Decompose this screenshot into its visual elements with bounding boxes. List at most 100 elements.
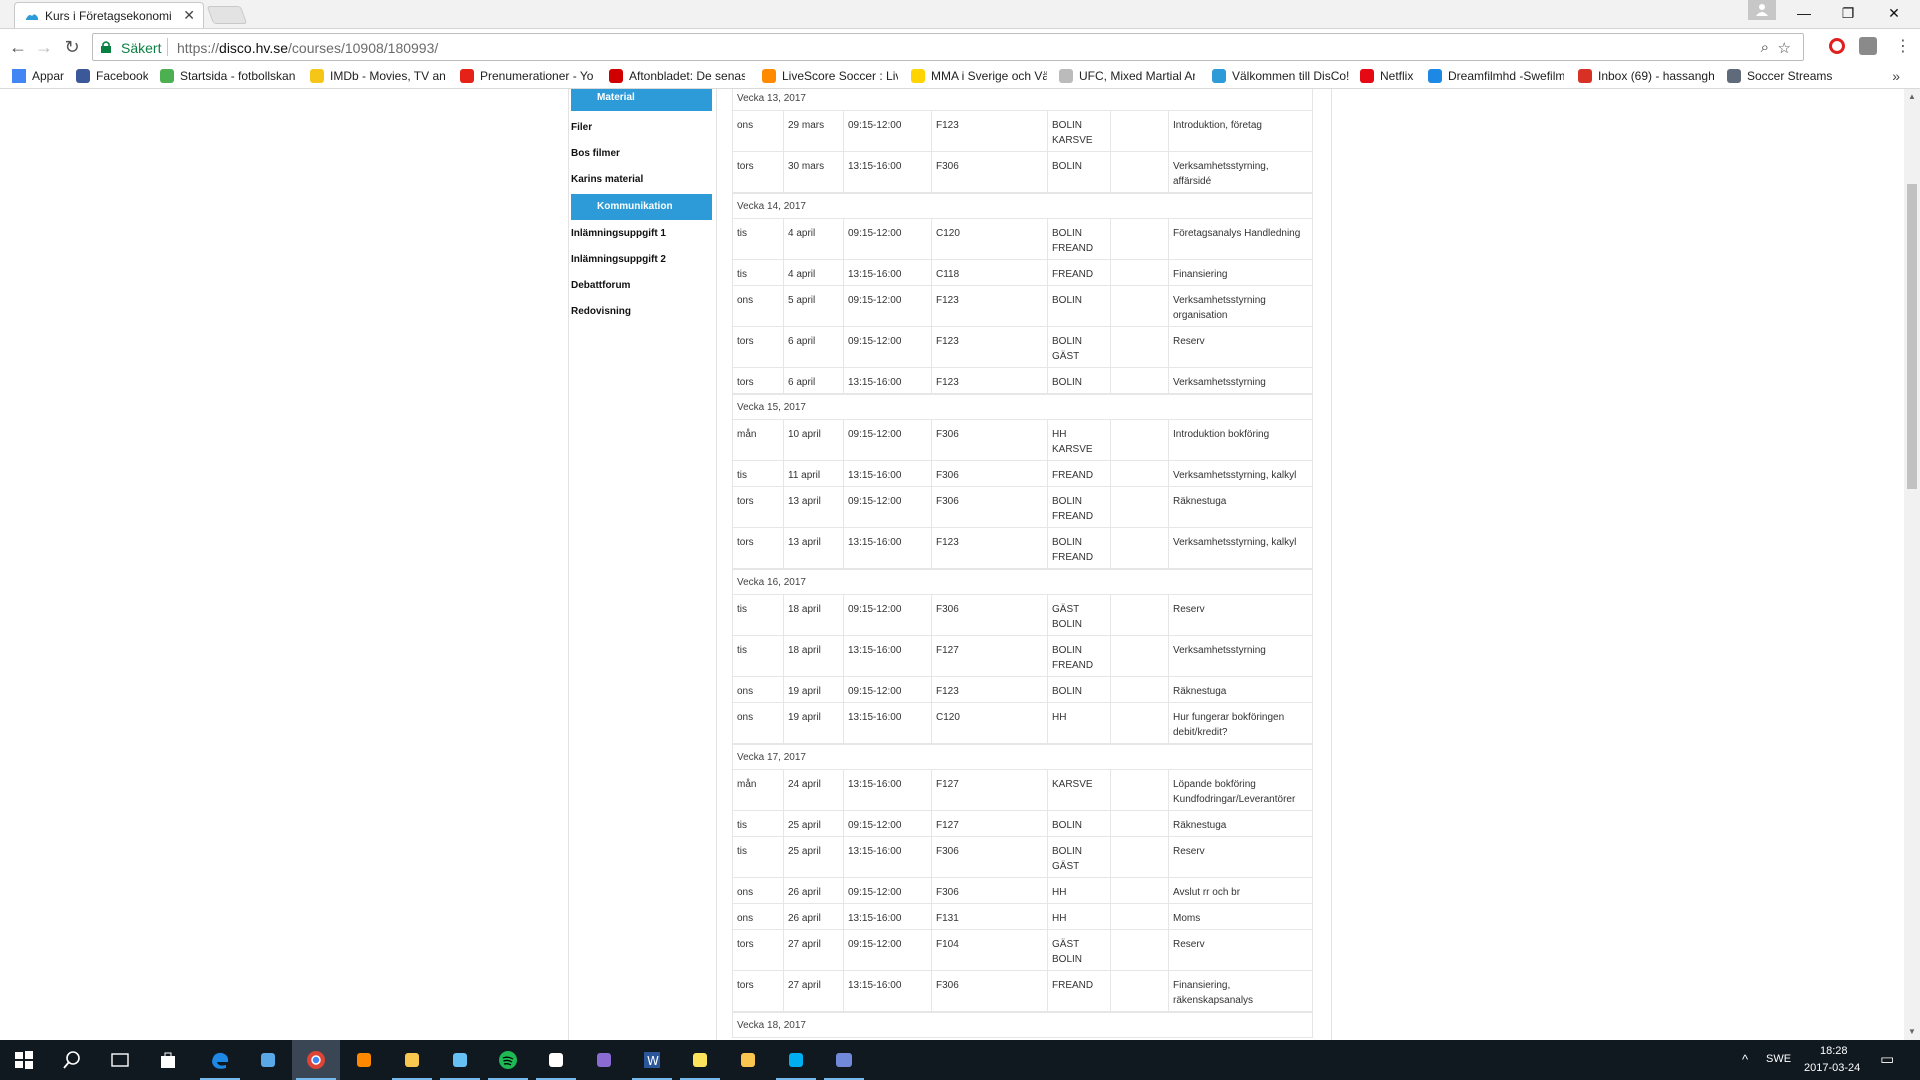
table-row: ons 29 mars 09:15-12:00 F123 BOLIN KARSVE Int… — [732, 111, 1313, 152]
sidebar-link-filer[interactable]: Filer — [571, 122, 592, 133]
close-icon[interactable]: ✕ — [183, 7, 195, 24]
bookmark-8[interactable]: UFC, Mixed Martial Ar — [1059, 68, 1195, 84]
lesson-teachers: BOLIN — [1047, 368, 1110, 393]
reload-button[interactable]: ↻ — [62, 37, 82, 57]
lesson-teachers: FREAND — [1047, 971, 1110, 1011]
clock-date[interactable]: 2017-03-24 — [1804, 1062, 1860, 1074]
scroll-up-arrow-icon[interactable]: ▲ — [1908, 93, 1916, 101]
tray-chevron-icon[interactable]: ^ — [1742, 1052, 1748, 1067]
address-bar[interactable]: Säkert https://disco.hv.se/courses/10908… — [92, 33, 1804, 61]
scroll-down-arrow-icon[interactable]: ▼ — [1908, 1028, 1916, 1036]
week-heading: Vecka 16, 2017 — [732, 569, 1313, 595]
lesson-empty-cell — [1110, 904, 1168, 929]
taskbar-app-chrome[interactable] — [292, 1040, 340, 1080]
restore-button[interactable]: ❐ — [1826, 0, 1870, 26]
new-tab-button[interactable] — [206, 6, 248, 24]
vertical-scrollbar[interactable]: ▲ ▼ — [1904, 89, 1920, 1040]
extension-icon[interactable] — [1859, 37, 1877, 55]
notification-icon[interactable]: ▭ — [1880, 1050, 1894, 1068]
taskbar-app-vlc[interactable] — [340, 1040, 388, 1080]
sidebar-link-inlamning-1[interactable]: Inlämningsuppgift 1 — [571, 228, 666, 239]
disco-icon — [1212, 69, 1226, 83]
bookmark-13[interactable]: Soccer Streams — [1727, 68, 1845, 84]
forward-button[interactable]: → — [34, 37, 54, 57]
scrollbar-thumb[interactable] — [1907, 184, 1917, 489]
bookmark-star-icon[interactable]: ☆ — [1778, 39, 1791, 57]
task-view-icon — [111, 1053, 129, 1067]
taskbar-app-word[interactable]: W — [628, 1040, 676, 1080]
lesson-date: 18 april — [783, 595, 843, 635]
taskbar-app-notepad[interactable] — [724, 1040, 772, 1080]
lesson-day: tis — [737, 645, 747, 656]
taskbar-app-file-explorer[interactable] — [388, 1040, 436, 1080]
ufc-icon — [1059, 69, 1073, 83]
bookmark-5[interactable]: Aftonbladet: De senas — [609, 68, 745, 84]
minimize-button[interactable]: — — [1782, 0, 1826, 26]
bookmark-11[interactable]: Dreamfilmhd -Swefilm — [1428, 68, 1564, 84]
disco-favicon-icon — [26, 14, 38, 20]
bookmark-6[interactable]: LiveScore Soccer : Liv — [762, 68, 898, 84]
opera-icon[interactable] — [1829, 38, 1845, 54]
lesson-date: 11 april — [783, 461, 843, 486]
lesson-date: 25 april — [783, 837, 843, 877]
sidebar-link-inlamning-2[interactable]: Inlämningsuppgift 2 — [571, 254, 666, 265]
lesson-date: 26 april — [783, 904, 843, 929]
taskbar-app-spotify[interactable] — [484, 1040, 532, 1080]
language-indicator[interactable]: SWE — [1766, 1053, 1791, 1065]
lesson-teachers: BOLIN — [1047, 286, 1110, 326]
clock-time[interactable]: 18:28 — [1820, 1045, 1848, 1057]
lesson-empty-cell — [1110, 260, 1168, 285]
bookmark-label: IMDb - Movies, TV an — [330, 69, 446, 83]
tab-active[interactable]: Kurs i Företagsekonomi f ✕ — [14, 2, 204, 29]
bookmark-label: LiveScore Soccer : Liv — [782, 69, 898, 83]
lesson-empty-cell — [1110, 286, 1168, 326]
bookmark-label: Soccer Streams — [1747, 69, 1833, 83]
back-button[interactable]: ← — [8, 37, 28, 57]
sidebar-link-karins-material[interactable]: Karins material — [571, 174, 643, 185]
taskbar-app-task-view[interactable] — [96, 1040, 144, 1080]
dreamfilm-icon — [1428, 69, 1442, 83]
sidebar-link-debattforum[interactable]: Debattforum — [571, 280, 630, 291]
bookmark-10[interactable]: Netflix — [1360, 68, 1418, 84]
taskbar-app-firefox-dev[interactable] — [580, 1040, 628, 1080]
bookmark-4[interactable]: Prenumerationer - Yo — [460, 68, 596, 84]
lesson-time: 13:15-16:00 — [843, 837, 931, 877]
bookmark-2[interactable]: Startsida - fotbollskan — [160, 68, 296, 84]
lesson-topic: Reserv — [1168, 595, 1314, 635]
table-row: tis 4 april 09:15-12:00 C120 BOLIN FREAND För… — [732, 219, 1313, 260]
taskbar-app-sticky-notes[interactable] — [676, 1040, 724, 1080]
bookmark-0[interactable]: Appar — [12, 68, 68, 84]
nav-border — [716, 89, 717, 1040]
lesson-date: 26 april — [783, 878, 843, 903]
sidebar-link-redovisning[interactable]: Redovisning — [571, 306, 631, 317]
bookmark-label: UFC, Mixed Martial Ar — [1079, 69, 1195, 83]
bookmark-1[interactable]: Facebook — [76, 68, 148, 84]
page-viewport: Material Filer Bos filmer Karins materia… — [0, 89, 1904, 1040]
reddit-icon — [1727, 69, 1741, 83]
taskbar-app-skype[interactable] — [772, 1040, 820, 1080]
bookmark-3[interactable]: IMDb - Movies, TV an — [310, 68, 446, 84]
bookmarks-overflow-icon[interactable]: » — [1892, 68, 1900, 84]
taskbar-app-edge[interactable] — [196, 1040, 244, 1080]
taskbar-app-store[interactable] — [144, 1040, 192, 1080]
bookmark-9[interactable]: Välkommen till DisCo! — [1212, 68, 1352, 84]
sidebar-link-bos-filmer[interactable]: Bos filmer — [571, 148, 620, 159]
taskbar-app-search[interactable] — [48, 1040, 96, 1080]
menu-icon[interactable]: ⋮ — [1893, 37, 1913, 57]
table-row: ons 26 april 13:15-16:00 F131 HH Moms — [732, 904, 1313, 930]
taskbar-app-mail[interactable] — [532, 1040, 580, 1080]
taskbar-app-discord[interactable] — [820, 1040, 868, 1080]
taskbar-app-steam[interactable] — [436, 1040, 484, 1080]
kommunikation-heading[interactable]: Kommunikation — [571, 194, 712, 220]
lesson-date: 13 april — [783, 487, 843, 527]
material-heading[interactable]: Material — [571, 89, 712, 111]
profile-button[interactable] — [1748, 0, 1776, 20]
bookmark-7[interactable]: MMA i Sverige och Vä — [911, 68, 1047, 84]
taskbar-app-ubisoft[interactable] — [244, 1040, 292, 1080]
url-scheme: https:// — [177, 40, 220, 56]
start-button[interactable] — [0, 1040, 48, 1080]
zoom-icon[interactable]: ⌕ — [1761, 39, 1769, 56]
window-close-button[interactable]: ✕ — [1872, 0, 1916, 26]
bookmark-12[interactable]: Inbox (69) - hassangh — [1578, 68, 1714, 84]
lesson-room: F127 — [931, 636, 1047, 676]
